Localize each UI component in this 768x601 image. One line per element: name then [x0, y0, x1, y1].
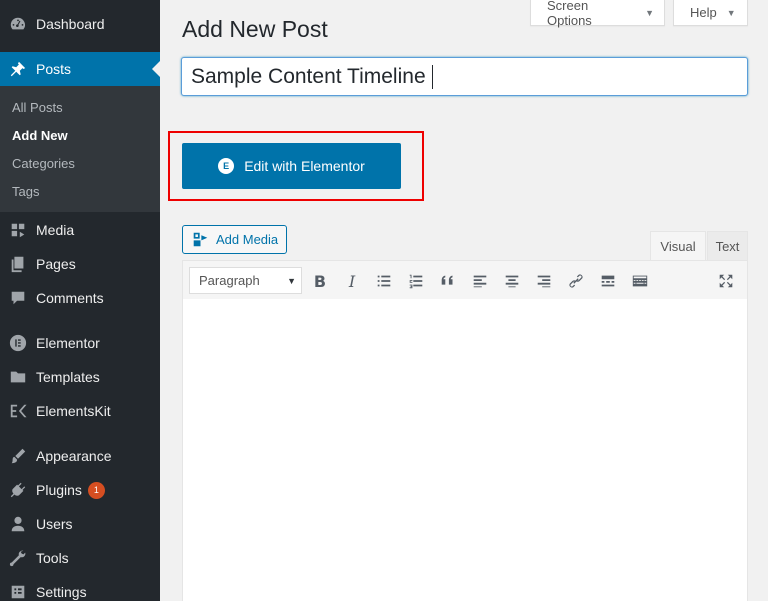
- sidebar-item-tools[interactable]: Tools: [0, 541, 160, 575]
- wrench-icon: [8, 548, 28, 568]
- post-title-value: Sample Content Timeline: [191, 64, 426, 88]
- toolbar-toggle-icon[interactable]: [627, 268, 653, 294]
- sidebar-item-label: Users: [36, 516, 73, 532]
- page-title: Add New Post: [182, 16, 328, 42]
- caret-down-icon: ▼: [287, 276, 296, 286]
- read-more-icon[interactable]: [595, 268, 621, 294]
- brush-icon: [8, 446, 28, 466]
- sidebar-item-elementor[interactable]: Elementor: [0, 326, 160, 360]
- sidebar-item-users[interactable]: Users: [0, 507, 160, 541]
- sidebar-item-label: ElementsKit: [36, 403, 111, 419]
- sidebar-item-dashboard[interactable]: Dashboard: [0, 7, 160, 41]
- text-cursor: [431, 64, 433, 89]
- elementor-icon: [8, 333, 28, 353]
- submenu-add-new[interactable]: Add New: [12, 128, 68, 143]
- sidebar-item-label: Appearance: [36, 448, 112, 464]
- plugin-update-badge: 1: [87, 481, 105, 499]
- sidebar-item-label: Posts: [36, 61, 72, 77]
- bold-icon[interactable]: B: [307, 268, 333, 294]
- sidebar-item-media[interactable]: Media: [0, 213, 160, 247]
- sidebar-item-label: Plugins: [36, 482, 82, 498]
- add-media-icon: [193, 232, 208, 247]
- pages-icon: [8, 254, 28, 274]
- numbered-list-icon[interactable]: [403, 268, 429, 294]
- dashboard-icon: [8, 14, 28, 34]
- sidebar-item-label: Settings: [36, 584, 87, 600]
- sidebar-item-label: Dashboard: [36, 16, 105, 32]
- caret-down-icon: ▼: [726, 7, 736, 18]
- format-select[interactable]: Paragraph ▼: [189, 267, 302, 294]
- add-media-button[interactable]: Add Media: [182, 225, 287, 254]
- help-label: Help: [690, 5, 717, 20]
- sidebar-item-settings[interactable]: Settings: [0, 575, 160, 601]
- align-right-icon[interactable]: [531, 268, 557, 294]
- sidebar-item-label: Templates: [36, 369, 100, 385]
- format-select-value: Paragraph: [199, 273, 260, 288]
- bullet-list-icon[interactable]: [371, 268, 397, 294]
- sidebar-item-pages[interactable]: Pages: [0, 247, 160, 281]
- caret-down-icon: ▼: [645, 7, 654, 18]
- submenu-all-posts[interactable]: All Posts: [12, 100, 63, 115]
- sidebar-item-label: Pages: [36, 256, 76, 272]
- post-title-input[interactable]: Sample Content Timeline: [181, 57, 748, 96]
- elementor-logo-icon: E: [218, 158, 235, 174]
- submenu-tags[interactable]: Tags: [12, 184, 39, 199]
- pin-icon: [8, 59, 28, 79]
- sidebar-item-label: Elementor: [36, 335, 100, 351]
- tab-text[interactable]: Text: [707, 231, 748, 260]
- fullscreen-icon[interactable]: [713, 268, 739, 294]
- align-center-icon[interactable]: [499, 268, 525, 294]
- comments-icon: [8, 288, 28, 308]
- edit-with-elementor-label: Edit with Elementor: [244, 158, 365, 174]
- sidebar-item-label: Tools: [36, 550, 69, 566]
- align-left-icon[interactable]: [467, 268, 493, 294]
- sidebar-item-templates[interactable]: Templates: [0, 360, 160, 394]
- posts-submenu: All Posts Add New Categories Tags: [0, 86, 160, 212]
- add-media-label: Add Media: [216, 232, 279, 247]
- sidebar-item-posts[interactable]: Posts: [0, 52, 160, 86]
- editor-content-area[interactable]: [182, 299, 748, 601]
- submenu-categories[interactable]: Categories: [12, 156, 75, 171]
- screen-options-button[interactable]: Screen Options ▼: [530, 0, 665, 28]
- sidebar-item-comments[interactable]: Comments: [0, 281, 160, 315]
- users-icon: [8, 514, 28, 534]
- italic-icon[interactable]: I: [339, 268, 365, 294]
- link-icon[interactable]: [563, 268, 589, 294]
- plugin-icon: [8, 480, 28, 500]
- screen-options-label: Screen Options: [547, 0, 592, 28]
- folder-icon: [8, 367, 28, 387]
- sidebar-item-label: Media: [36, 222, 75, 238]
- admin-sidebar: Dashboard Posts All Posts Add New Catego…: [0, 0, 160, 601]
- sidebar-item-label: Comments: [36, 290, 104, 306]
- help-button[interactable]: Help ▼: [673, 0, 748, 26]
- sidebar-item-appearance[interactable]: Appearance: [0, 439, 160, 473]
- sidebar-item-elementskit[interactable]: ElementsKit: [0, 394, 160, 428]
- media-icon: [8, 220, 28, 240]
- blockquote-icon[interactable]: [435, 268, 461, 294]
- tab-visual[interactable]: Visual: [650, 231, 706, 260]
- editor-toolbar: Paragraph ▼ B I: [182, 260, 748, 300]
- elementskit-icon: [8, 401, 28, 421]
- edit-with-elementor-button[interactable]: E Edit with Elementor: [182, 143, 401, 189]
- settings-icon: [8, 582, 28, 601]
- sidebar-item-plugins[interactable]: Plugins 1: [0, 473, 160, 507]
